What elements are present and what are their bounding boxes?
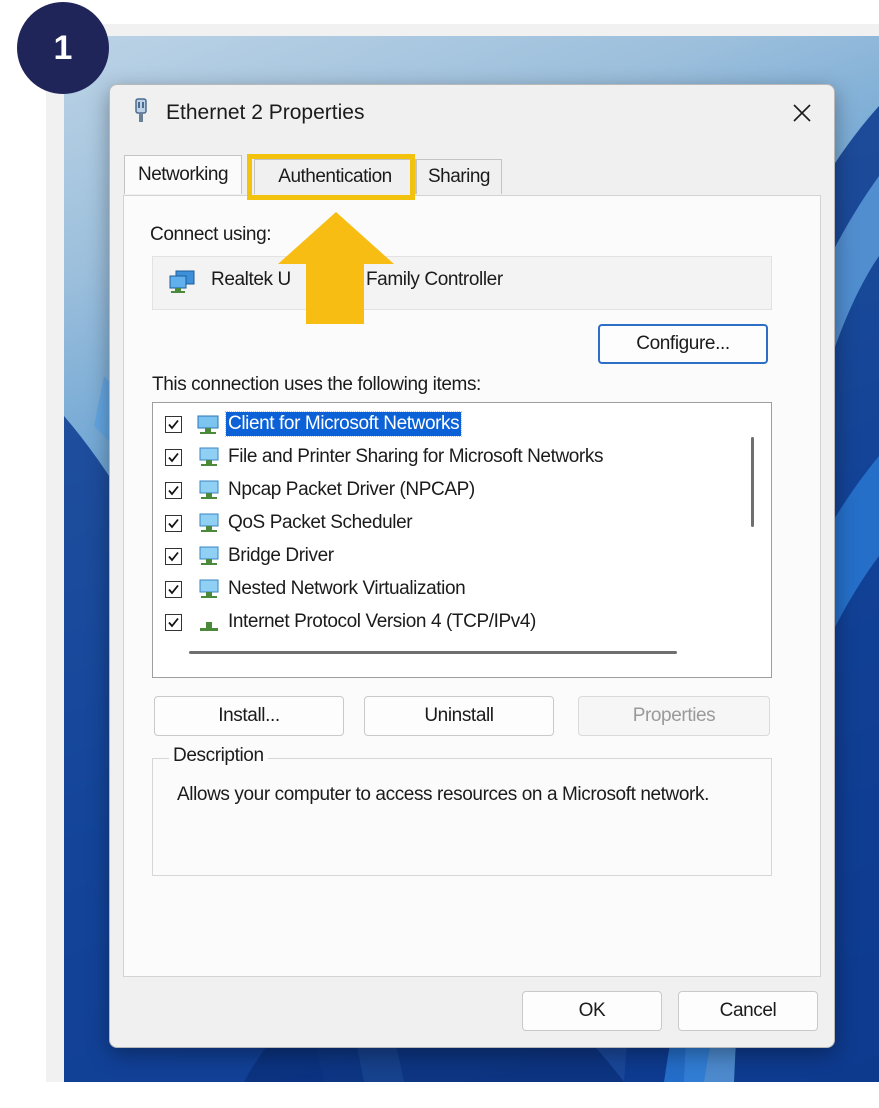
network-client-icon [196, 411, 222, 437]
horizontal-scrollbar[interactable] [189, 651, 677, 654]
item-label: File and Printer Sharing for Microsoft N… [228, 446, 604, 467]
dialog-title: Ethernet 2 Properties [166, 101, 365, 124]
ethernet-properties-dialog: Ethernet 2 Properties Networking Authent… [109, 84, 835, 1048]
item-label: Bridge Driver [228, 545, 334, 566]
items-list-label: This connection uses the following items… [152, 374, 481, 395]
network-service-icon [196, 444, 222, 470]
dialog-titlebar[interactable]: Ethernet 2 Properties [110, 85, 834, 141]
connect-using-label: Connect using: [150, 224, 272, 245]
arrow-up-icon [278, 212, 394, 324]
list-item[interactable]: Npcap Packet Driver (NPCAP) [165, 475, 477, 505]
item-checkbox[interactable] [165, 580, 182, 598]
uninstall-button[interactable]: Uninstall [364, 696, 554, 736]
network-adapter-icon [167, 269, 197, 300]
authentication-tab-highlight [247, 154, 415, 200]
checkmark-icon [168, 452, 179, 462]
checkmark-icon [168, 617, 179, 627]
item-label: Client for Microsoft Networks [224, 411, 463, 437]
checkmark-icon [168, 518, 179, 528]
up-arrow-annotation [276, 212, 396, 329]
ethernet-adapter-icon [132, 98, 150, 124]
properties-button[interactable]: Properties [578, 696, 770, 736]
install-button[interactable]: Install... [154, 696, 344, 736]
adapter-field: Realtek UE Family Controller [152, 256, 772, 310]
networking-tab-panel: Connect using: Realtek UE Family Control… [123, 195, 821, 977]
item-checkbox[interactable] [165, 448, 182, 466]
ok-button[interactable]: OK [522, 991, 662, 1031]
network-service-icon [196, 477, 222, 503]
item-checkbox[interactable] [165, 613, 182, 631]
item-label: Npcap Packet Driver (NPCAP) [228, 479, 475, 500]
item-checkbox[interactable] [165, 481, 182, 499]
checkmark-icon [168, 584, 179, 594]
connection-items-list[interactable]: Client for Microsoft Networks File and P… [152, 402, 772, 678]
description-label: Description [169, 745, 268, 767]
description-group: Description Allows your computer to acce… [152, 745, 772, 876]
list-item[interactable]: File and Printer Sharing for Microsoft N… [165, 442, 605, 472]
checkmark-icon [168, 485, 179, 495]
list-item[interactable]: Bridge Driver [165, 541, 336, 571]
list-item[interactable]: Client for Microsoft Networks [165, 409, 463, 439]
item-label: QoS Packet Scheduler [228, 512, 413, 533]
protocol-icon [196, 609, 222, 635]
tab-networking[interactable]: Networking [124, 155, 242, 194]
item-label: Nested Network Virtualization [228, 578, 466, 599]
item-checkbox[interactable] [165, 415, 182, 433]
network-service-icon [196, 510, 222, 536]
vertical-scrollbar[interactable] [751, 437, 754, 527]
item-checkbox[interactable] [165, 514, 182, 532]
checkmark-icon [168, 551, 179, 561]
list-item[interactable]: Internet Protocol Version 4 (TCP/IPv4) [165, 607, 538, 637]
step-number-badge: 1 [17, 2, 109, 94]
network-service-icon [196, 576, 222, 602]
list-item[interactable]: QoS Packet Scheduler [165, 508, 414, 538]
checkmark-icon [168, 419, 179, 429]
close-icon [793, 104, 811, 122]
cancel-button[interactable]: Cancel [678, 991, 818, 1031]
close-button[interactable] [784, 97, 820, 129]
item-checkbox[interactable] [165, 547, 182, 565]
tab-sharing[interactable]: Sharing [416, 159, 502, 194]
list-item[interactable]: Nested Network Virtualization [165, 574, 467, 604]
configure-button[interactable]: Configure... [598, 324, 768, 364]
description-text: Allows your computer to access resources… [177, 784, 709, 805]
item-label: Internet Protocol Version 4 (TCP/IPv4) [228, 611, 536, 632]
network-service-icon [196, 543, 222, 569]
